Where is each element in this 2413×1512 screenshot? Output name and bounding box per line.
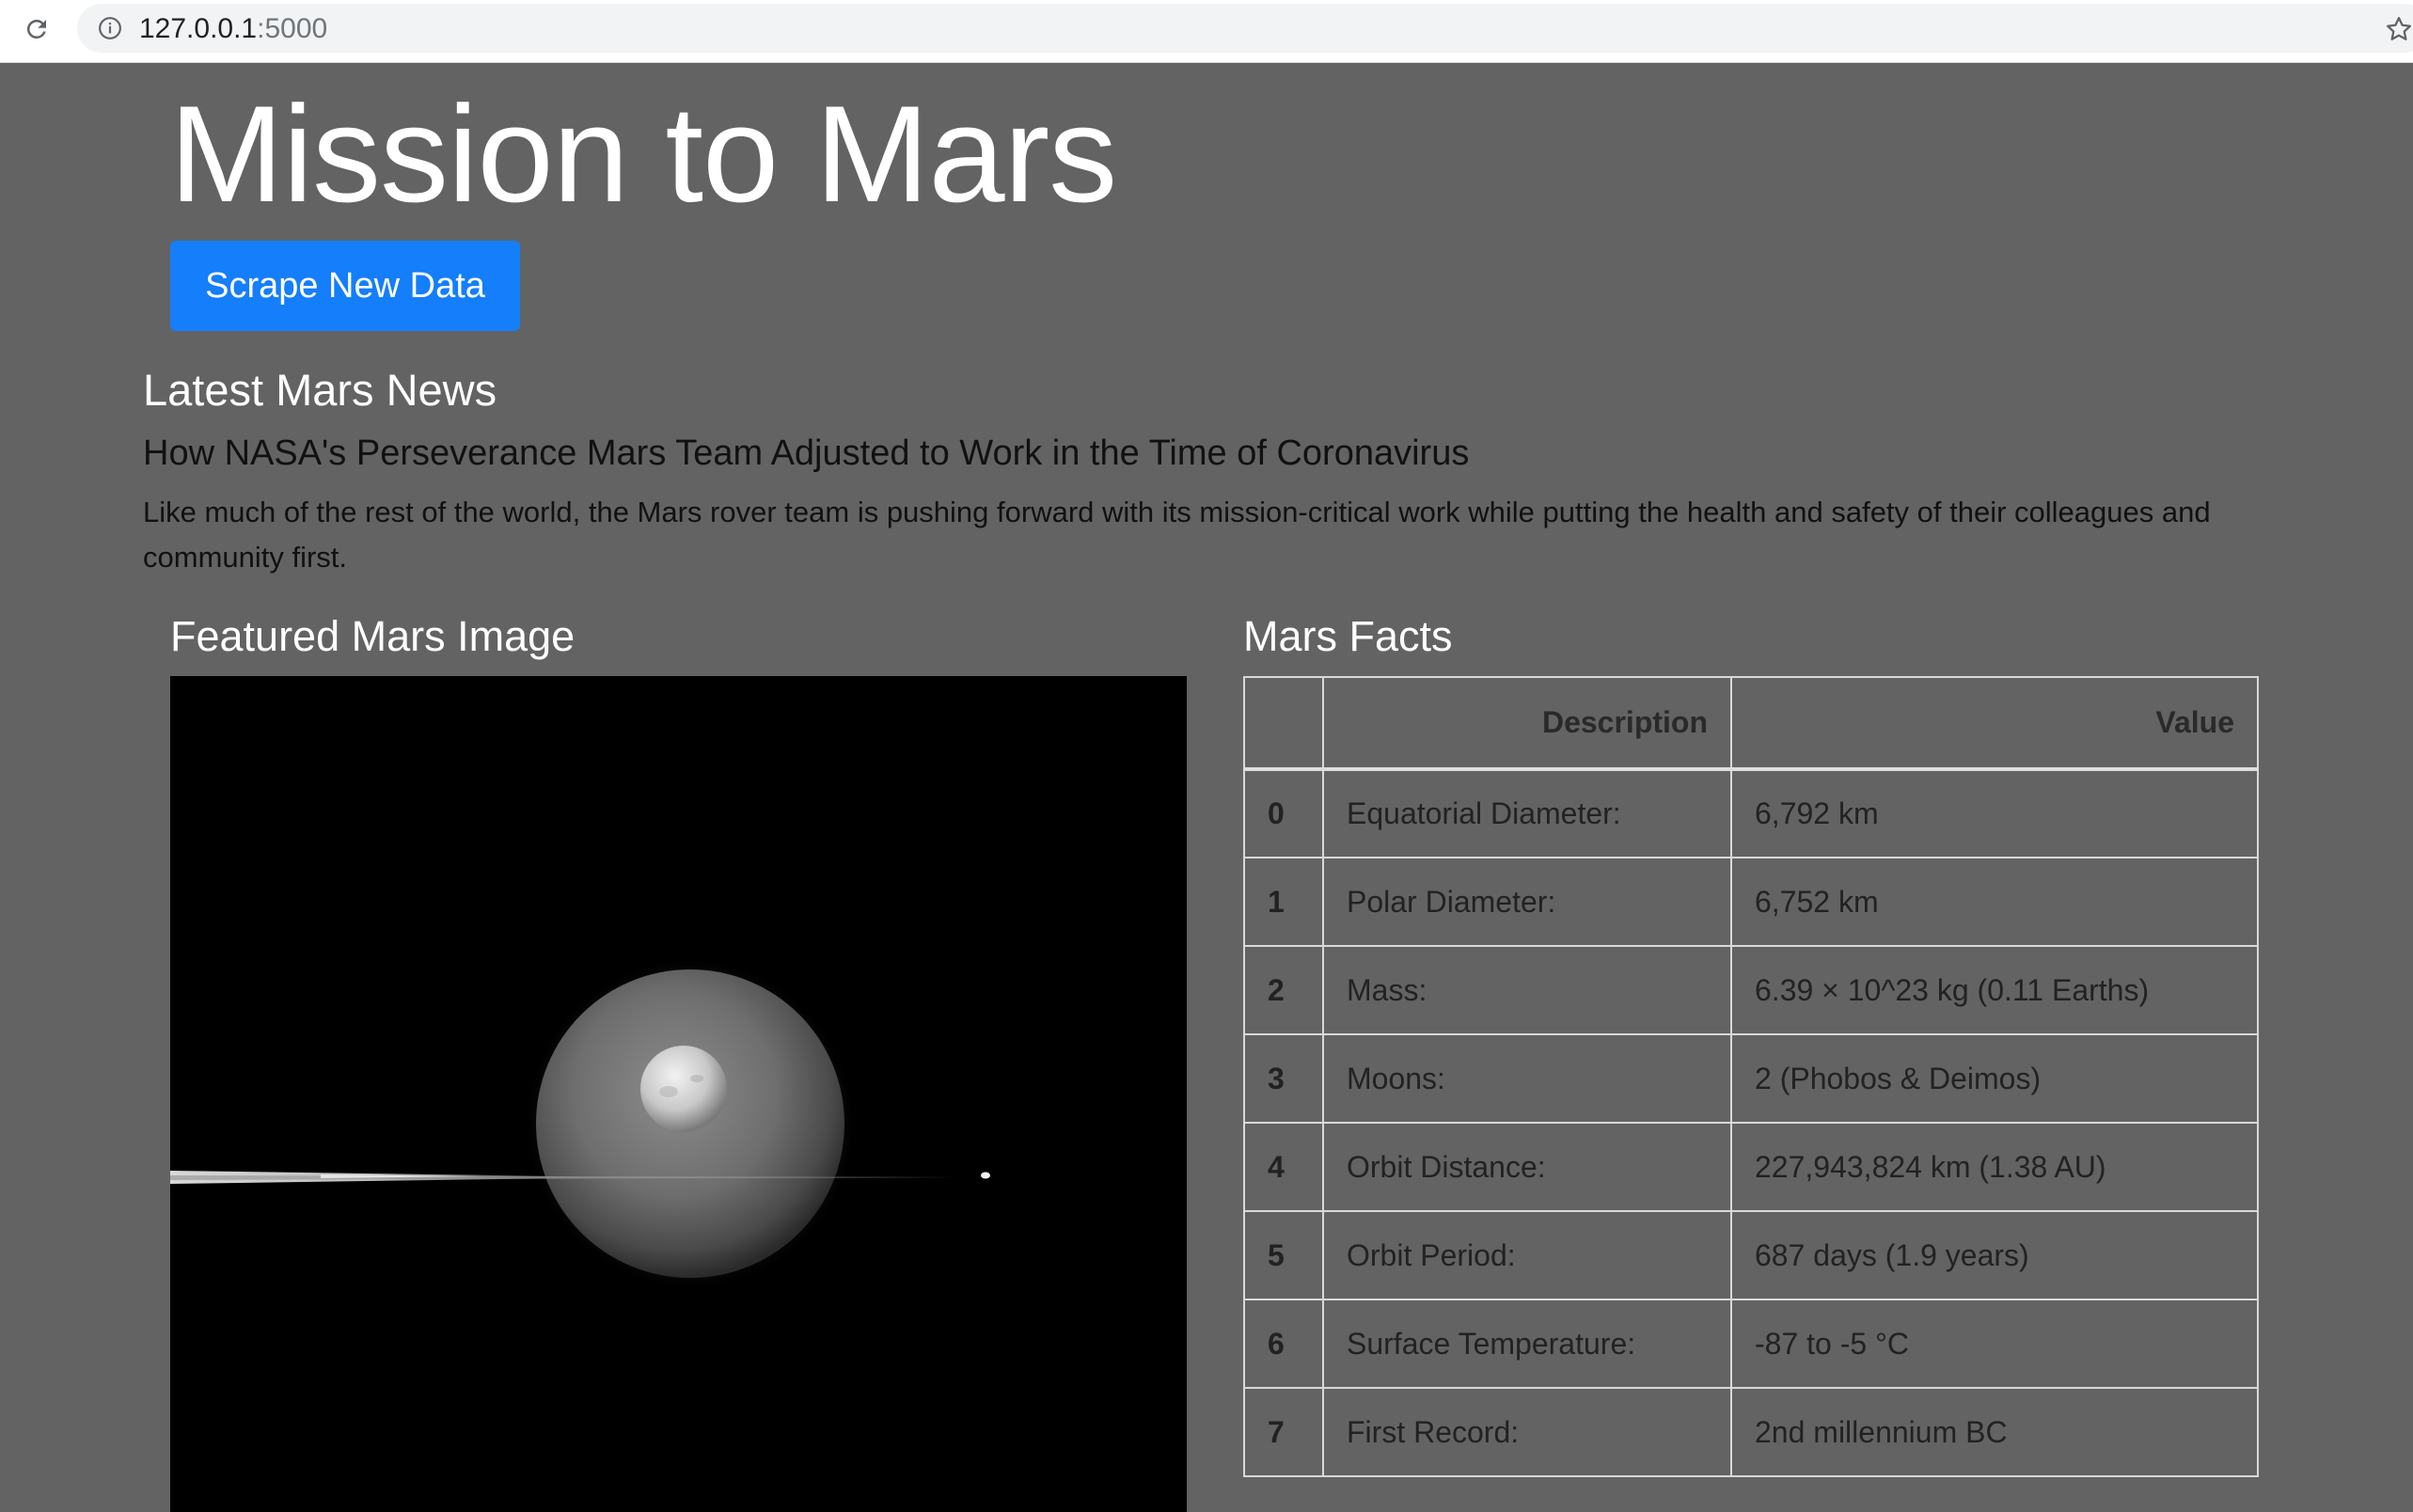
- news-paragraph: Like much of the rest of the world, the …: [143, 496, 2211, 574]
- row-value: 6,792 km: [1730, 768, 2259, 858]
- row-description: Surface Temperature:: [1322, 1299, 1732, 1389]
- row-index: 3: [1243, 1033, 1324, 1124]
- bookmark-star-icon[interactable]: [2385, 11, 2413, 47]
- row-index: 4: [1243, 1122, 1324, 1212]
- table-row: 6 Surface Temperature: -87 to -5 °C: [1243, 1299, 2259, 1389]
- mars-facts-table: Description Value 0 Equatorial Diameter:…: [1243, 676, 2259, 1477]
- column-header-index: [1243, 676, 1324, 771]
- row-index: 0: [1243, 768, 1324, 858]
- reload-icon[interactable]: [19, 11, 55, 47]
- row-description: Orbit Distance:: [1322, 1122, 1732, 1212]
- column-header-value: Value: [1730, 676, 2259, 771]
- url-port: :5000: [257, 13, 328, 44]
- row-description: First Record:: [1322, 1387, 1732, 1477]
- table-row: 1 Polar Diameter: 6,752 km: [1243, 857, 2259, 947]
- row-index: 1: [1243, 857, 1324, 947]
- table-row: 3 Moons: 2 (Phobos & Deimos): [1243, 1033, 2259, 1124]
- table-row: 5 Orbit Period: 687 days (1.9 years): [1243, 1210, 2259, 1300]
- column-header-description: Description: [1322, 676, 1732, 771]
- row-value: 2 (Phobos & Deimos): [1730, 1033, 2259, 1124]
- row-index: 6: [1243, 1299, 1324, 1389]
- row-index: 7: [1243, 1387, 1324, 1477]
- table-header-row: Description Value: [1243, 676, 2259, 771]
- row-value: 687 days (1.9 years): [1730, 1210, 2259, 1300]
- row-value: 6,752 km: [1730, 857, 2259, 947]
- row-description: Polar Diameter:: [1322, 857, 1732, 947]
- row-index: 5: [1243, 1210, 1324, 1300]
- row-description: Orbit Period:: [1322, 1210, 1732, 1300]
- row-value: 2nd millennium BC: [1730, 1387, 2259, 1477]
- table-row: 2 Mass: 6.39 × 10^23 kg (0.11 Earths): [1243, 945, 2259, 1035]
- row-value: 6.39 × 10^23 kg (0.11 Earths): [1730, 945, 2259, 1035]
- address-bar[interactable]: 127.0.0.1:5000: [77, 4, 2413, 53]
- url-text[interactable]: 127.0.0.1:5000: [139, 13, 327, 45]
- info-icon[interactable]: [98, 16, 122, 40]
- page-content: Mission to Mars Scrape New Data Latest M…: [0, 63, 2413, 1512]
- row-description: Equatorial Diameter:: [1322, 768, 1732, 858]
- row-description: Mass:: [1322, 945, 1732, 1035]
- row-value: -87 to -5 °C: [1730, 1299, 2259, 1389]
- news-title: How NASA's Perseverance Mars Team Adjust…: [143, 433, 1470, 473]
- table-row: 0 Equatorial Diameter: 6,792 km: [1243, 768, 2259, 858]
- scrape-new-data-button[interactable]: Scrape New Data: [170, 241, 520, 331]
- row-description: Moons:: [1322, 1033, 1732, 1124]
- page-title: Mission to Mars: [169, 77, 1117, 230]
- table-row: 7 First Record: 2nd millennium BC: [1243, 1387, 2259, 1477]
- row-index: 2: [1243, 945, 1324, 1035]
- url-host: 127.0.0.1: [139, 13, 258, 44]
- news-section-heading: Latest Mars News: [143, 365, 497, 415]
- mars-facts-heading: Mars Facts: [1243, 612, 1453, 660]
- featured-image-heading: Featured Mars Image: [170, 612, 576, 660]
- row-value: 227,943,824 km (1.38 AU): [1730, 1122, 2259, 1212]
- browser-toolbar: 127.0.0.1:5000: [0, 0, 2413, 63]
- table-row: 4 Orbit Distance: 227,943,824 km (1.38 A…: [1243, 1122, 2259, 1212]
- featured-mars-image: [170, 676, 1187, 1512]
